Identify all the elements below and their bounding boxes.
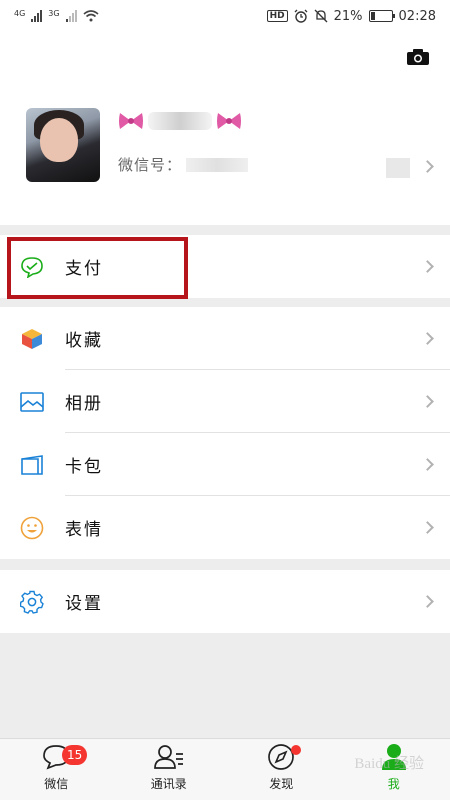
chevron-right-icon — [421, 160, 434, 173]
signal-icon-2 — [65, 10, 77, 22]
network-type-2: 3G — [48, 9, 60, 18]
menu-item-label: 表情 — [65, 520, 103, 540]
mute-bell-icon — [314, 9, 328, 23]
wechat-id: 微信号： — [118, 154, 249, 175]
chevron-right-icon — [421, 395, 434, 408]
nickname — [118, 110, 242, 132]
settings-group: 设置 — [0, 570, 450, 633]
nickname-redacted — [148, 112, 212, 130]
status-left: 4G 3G — [14, 10, 99, 22]
qr-code-icon[interactable] — [386, 158, 410, 178]
highlight-box — [7, 237, 188, 299]
wechat-id-redacted — [186, 157, 249, 172]
chevron-right-icon — [421, 458, 434, 471]
battery-icon — [368, 10, 395, 22]
menu-item-label: 收藏 — [65, 331, 103, 351]
chevron-right-icon — [421, 332, 434, 345]
clock-time: 02:28 — [398, 8, 436, 24]
menu-item-favorites[interactable]: 收藏 — [0, 307, 450, 370]
menu-item-stickers[interactable]: 表情 — [0, 496, 450, 559]
menu-item-label: 卡包 — [65, 457, 103, 477]
wechat-id-label: 微信号： — [118, 156, 183, 174]
tab-label: 微信 — [44, 777, 69, 791]
bow-icon — [119, 113, 143, 129]
tab-label: 我 — [387, 777, 400, 791]
tab-chats[interactable]: 微信 15 — [0, 739, 113, 800]
menu-item-cards[interactable]: 卡包 — [0, 433, 450, 496]
photo-icon — [20, 390, 44, 414]
menu-item-label: 设置 — [65, 594, 103, 614]
status-bar: 4G 3G HD 21% 02:28 — [0, 0, 450, 32]
smiley-icon — [20, 516, 44, 540]
tab-contacts[interactable]: 通讯录 — [113, 739, 226, 800]
alarm-icon — [294, 9, 308, 23]
new-dot-indicator — [291, 745, 301, 755]
menu-item-label: 相册 — [65, 394, 103, 414]
tools-group: 收藏 相册 卡包 表情 — [0, 307, 450, 559]
network-type-1: 4G — [14, 9, 26, 18]
favorites-cube-icon — [20, 327, 44, 351]
avatar[interactable] — [26, 108, 100, 182]
hd-badge: HD — [266, 10, 288, 22]
tab-label: 通讯录 — [150, 777, 187, 791]
bow-icon-2 — [217, 113, 241, 129]
watermark: Baidu 经验 — [354, 756, 424, 772]
status-right: HD 21% 02:28 — [266, 8, 436, 24]
chevron-right-icon — [421, 260, 434, 273]
profile-header[interactable]: 微信号： — [0, 32, 450, 225]
menu-item-album[interactable]: 相册 — [0, 370, 450, 433]
tab-discover[interactable]: 发现 — [225, 739, 338, 800]
contacts-icon — [153, 743, 184, 771]
chevron-right-icon — [421, 595, 434, 608]
gear-icon — [20, 590, 44, 614]
camera-icon[interactable] — [406, 48, 430, 66]
card-wallet-icon — [20, 453, 44, 477]
wifi-icon — [83, 10, 99, 22]
tab-label: 发现 — [269, 777, 294, 791]
chevron-right-icon — [421, 521, 434, 534]
unread-badge: 15 — [62, 745, 88, 765]
battery-percent: 21% — [333, 8, 363, 24]
menu-item-settings[interactable]: 设置 — [0, 570, 450, 633]
signal-icon — [31, 10, 43, 22]
